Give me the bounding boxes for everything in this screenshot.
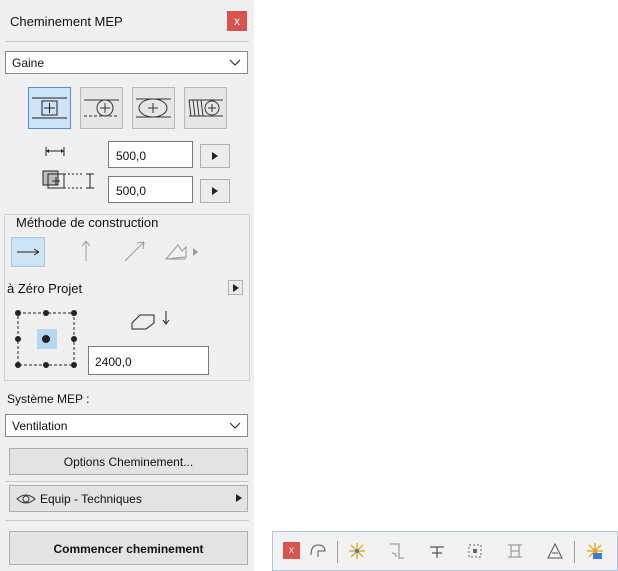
chevron-down-icon xyxy=(229,59,241,66)
panel-title: Cheminement MEP xyxy=(10,14,123,29)
toolbar-separator xyxy=(574,541,575,563)
elevation-input[interactable]: 2400,0 xyxy=(88,346,209,375)
arrow-diagonal-icon xyxy=(124,241,145,262)
toolbar-separator xyxy=(337,541,338,563)
start-routing-button[interactable]: Commencer cheminement xyxy=(9,531,248,565)
construction-label: Méthode de construction xyxy=(14,215,161,230)
reducer-icon[interactable] xyxy=(465,541,485,561)
system-select[interactable]: Ventilation xyxy=(5,414,248,437)
round-shape-button[interactable] xyxy=(80,87,123,129)
width-input[interactable]: 500,0 xyxy=(108,141,193,168)
elevation-icon xyxy=(131,311,170,330)
branch-icon[interactable] xyxy=(427,541,447,561)
system-label: Système MEP : xyxy=(7,392,90,406)
close-button[interactable]: x xyxy=(227,11,247,31)
transition-icon[interactable] xyxy=(505,541,525,561)
round-duct-icon xyxy=(84,99,119,117)
layer-label: Equip - Techniques xyxy=(40,492,142,506)
flexible-duct-icon xyxy=(188,99,223,117)
divider xyxy=(5,520,249,521)
rectangular-duct-icon xyxy=(32,97,67,119)
type-select[interactable]: Gaine xyxy=(5,51,248,74)
play-icon xyxy=(212,187,218,195)
play-icon xyxy=(236,494,242,502)
reference-options-button[interactable] xyxy=(228,280,243,295)
play-icon xyxy=(233,284,239,292)
slope-options-button[interactable] xyxy=(160,237,204,267)
bend-icon[interactable] xyxy=(545,541,565,561)
chevron-down-icon xyxy=(229,422,241,429)
flexible-shape-button[interactable] xyxy=(184,87,227,129)
height-input[interactable]: 500,0 xyxy=(108,176,193,203)
close-icon: x xyxy=(234,14,240,28)
divider xyxy=(5,481,249,482)
sloped-method-button[interactable] xyxy=(118,237,152,267)
oval-shape-button[interactable] xyxy=(132,87,175,129)
connector-icon[interactable] xyxy=(347,541,367,561)
route-icon[interactable] xyxy=(308,541,328,561)
routing-options-button[interactable]: Options Cheminement... xyxy=(9,448,248,475)
width-options-button[interactable] xyxy=(200,144,230,168)
oval-duct-icon xyxy=(136,98,171,118)
height-value: 500,0 xyxy=(116,184,147,198)
toolbar-close-button[interactable]: x xyxy=(283,542,300,559)
slope-icon xyxy=(164,244,198,260)
mep-routing-panel: Cheminement MEP x Gaine 500,0 500,0 Méth… xyxy=(0,0,254,571)
duct-size-icon xyxy=(42,147,94,189)
arrow-right-icon xyxy=(17,248,40,256)
reference-label: à Zéro Projet xyxy=(7,281,83,296)
close-icon: x xyxy=(289,545,294,556)
eye-icon xyxy=(16,494,36,504)
play-icon xyxy=(212,152,218,160)
divider xyxy=(5,41,249,42)
width-value: 500,0 xyxy=(116,149,147,163)
insert-icon[interactable] xyxy=(585,541,605,561)
routing-toolbar: x xyxy=(272,531,618,571)
elbow-icon[interactable] xyxy=(387,541,407,561)
height-options-button[interactable] xyxy=(200,179,230,203)
rectangular-shape-button[interactable] xyxy=(28,87,71,129)
routing-options-label: Options Cheminement... xyxy=(63,455,194,469)
straight-method-button[interactable] xyxy=(11,237,45,267)
type-select-value: Gaine xyxy=(12,56,45,70)
layer-button[interactable]: Equip - Techniques xyxy=(9,485,248,512)
start-routing-label: Commencer cheminement xyxy=(53,542,204,556)
vertical-method-button[interactable] xyxy=(70,237,104,267)
anchor-point-grid[interactable] xyxy=(14,307,84,371)
arrow-up-icon xyxy=(81,240,91,261)
panel-titlebar[interactable]: Cheminement MEP x xyxy=(0,0,254,40)
elevation-value: 2400,0 xyxy=(95,355,132,369)
system-select-value: Ventilation xyxy=(12,419,68,433)
